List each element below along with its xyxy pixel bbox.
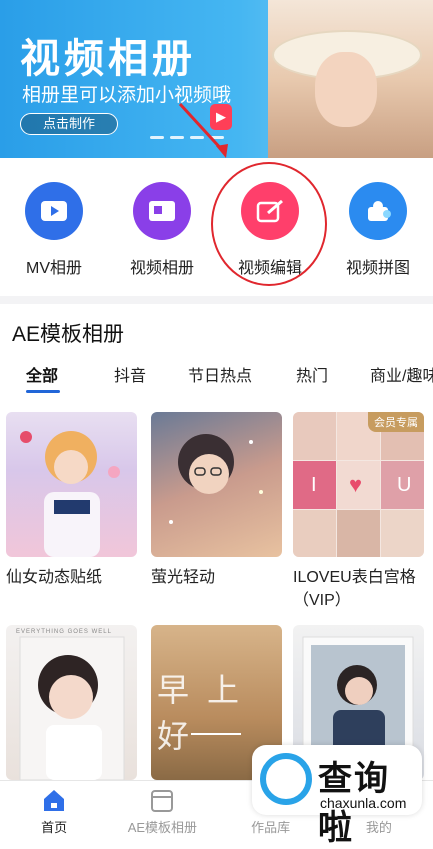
top-banner[interactable]: 视频相册 相册里可以添加小视频哦 点击制作 ▶ — [0, 0, 433, 158]
banner-face-graphic — [315, 52, 377, 127]
tab-douyin[interactable]: 抖音 — [114, 362, 146, 386]
card-overlay-text: EVERYTHING GOES WELL — [16, 629, 112, 635]
annotation-circle — [211, 162, 327, 286]
heart-icon: ♥ — [349, 472, 363, 497]
video-puzzle-icon — [349, 182, 407, 240]
section-title: AE模板相册 — [12, 323, 125, 346]
watermark-url: chaxunla.com — [320, 795, 407, 811]
watermark-q-icon — [260, 753, 312, 805]
template-card[interactable] — [6, 412, 137, 557]
tab-business[interactable]: 商业/趣味 — [370, 362, 433, 386]
template-card[interactable] — [151, 412, 282, 557]
category-tabs: 全部 抖音 节日热点 热门 商业/趣味 — [0, 362, 433, 393]
tab-festival[interactable]: 节日热点 — [188, 362, 252, 386]
video-album-icon — [133, 182, 191, 240]
template-card[interactable]: I ♥ U 会员专属 — [293, 412, 424, 557]
tab-hot[interactable]: 热门 — [296, 362, 328, 386]
nav-home[interactable]: 首页 — [0, 781, 108, 836]
mv-album-icon — [25, 182, 83, 240]
card-thumbnail — [20, 431, 120, 557]
ae-album-icon — [151, 790, 174, 812]
banner-title: 视频相册 — [20, 37, 196, 81]
watermark-logo: 查询啦 chaxunla.com — [252, 745, 422, 847]
nav-ae-album[interactable]: AE模板相册 — [108, 781, 216, 836]
active-tab-indicator — [26, 390, 60, 393]
feature-mv-album[interactable]: MV相册 — [0, 160, 108, 300]
card-thumbnail — [19, 636, 125, 780]
card-title: 萤光轻动 — [151, 569, 216, 586]
feature-video-album[interactable]: 视频相册 — [108, 160, 216, 300]
card-thumbnail — [169, 434, 263, 524]
card-title: 仙女动态贴纸 — [6, 569, 103, 586]
tab-all[interactable]: 全部 — [26, 362, 58, 386]
tile-text: U — [397, 474, 412, 496]
annotation-arrow-icon — [178, 102, 228, 158]
feature-label: 视频相册 — [129, 260, 194, 277]
card-overlay-text: 早上好 — [157, 672, 258, 754]
nav-label: 作品库 — [251, 820, 291, 835]
vip-badge: 会员专属 — [368, 412, 424, 432]
home-icon — [44, 790, 65, 811]
banner-create-button[interactable]: 点击制作 — [20, 113, 118, 135]
template-card[interactable]: EVERYTHING GOES WELL — [6, 625, 137, 780]
feature-video-puzzle[interactable]: 视频拼图 — [324, 160, 432, 300]
card-title: ILOVEU表白宫格（VIP） — [293, 569, 416, 609]
tile-text: I — [311, 474, 317, 496]
section-divider — [0, 296, 433, 304]
feature-label: 视频拼图 — [345, 260, 410, 277]
nav-label: 首页 — [41, 820, 68, 835]
feature-label: MV相册 — [25, 260, 82, 277]
nav-label: AE模板相册 — [127, 820, 198, 835]
